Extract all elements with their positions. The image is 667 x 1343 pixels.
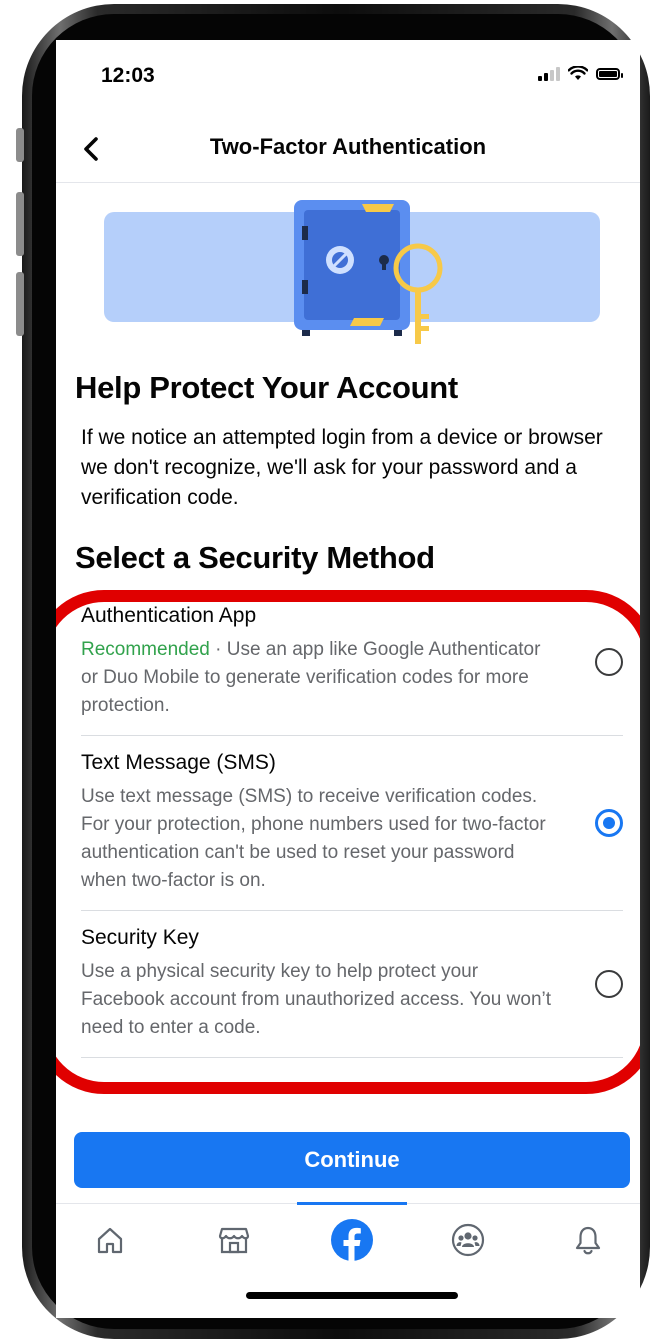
bottom-tab-bar [56,1202,640,1274]
recommended-label: Recommended [81,639,210,660]
tab-groups[interactable] [440,1212,496,1268]
option-authentication-app[interactable]: Authentication App Recommended · Use an … [81,602,623,736]
groups-icon [451,1223,485,1257]
safe-key-illustration [104,200,600,344]
section-heading: Select a Security Method [75,540,435,575]
tab-home[interactable] [82,1212,138,1268]
home-indicator[interactable] [246,1292,458,1299]
radio-text-message[interactable] [595,809,623,837]
tab-notifications[interactable] [560,1212,616,1268]
intro-text: If we notice an attempted login from a d… [81,426,603,509]
volume-down-button [16,272,24,336]
tab-home-feed[interactable] [324,1212,380,1268]
option-title: Text Message (SMS) [81,751,276,774]
volume-up-button [16,192,24,256]
option-text-message[interactable]: Text Message (SMS) Use text message (SMS… [81,749,623,911]
option-description: Use a physical security key to help prot… [81,961,552,1038]
marketplace-icon [218,1227,250,1254]
cellular-signal-icon [538,66,560,81]
option-title: Security Key [81,926,199,949]
nav-header: Two-Factor Authentication [56,120,640,183]
page-title: Two-Factor Authentication [209,134,487,159]
active-tab-indicator [297,1202,407,1205]
option-security-key[interactable]: Security Key Use a physical security key… [81,924,623,1058]
continue-button[interactable]: Continue [74,1132,630,1188]
option-description: Use text message (SMS) to receive verifi… [81,786,546,891]
option-title: Authentication App [81,604,257,627]
page-heading: Help Protect Your Account [75,370,458,405]
home-icon [97,1227,123,1254]
status-time: 12:03 [101,64,155,87]
battery-icon [596,67,623,80]
facebook-icon [331,1219,373,1262]
status-icons [538,66,623,81]
option-description: Recommended · Use an app like Google Aut… [81,636,551,720]
radio-security-key[interactable] [595,970,623,998]
separator: · [209,639,227,660]
phone-screen: 12:03 Two-Factor Authentication Help Pro… [56,40,640,1318]
radio-authentication-app[interactable] [595,648,623,676]
wifi-icon [568,66,588,80]
tab-marketplace[interactable] [206,1212,262,1268]
silent-switch [16,128,24,162]
notifications-icon [575,1226,601,1255]
